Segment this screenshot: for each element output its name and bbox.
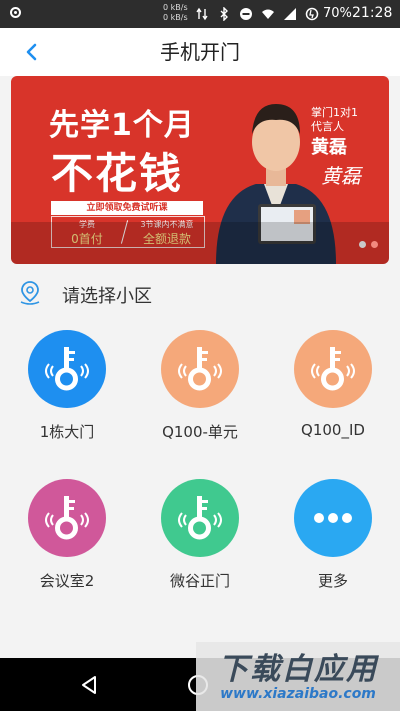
spokesperson-brand: 掌门1对1 — [311, 106, 358, 119]
door-label: Q100-单元 — [162, 423, 238, 441]
door-item[interactable]: 会议室2 — [0, 467, 134, 607]
back-arrow-icon[interactable] — [22, 41, 44, 63]
key-icon[interactable] — [161, 479, 239, 557]
carousel-dot[interactable] — [359, 241, 366, 248]
community-selector[interactable]: 请选择小区 — [0, 272, 400, 316]
more-icon[interactable] — [294, 479, 372, 557]
door-label: 1栋大门 — [39, 423, 95, 441]
network-speed: 0 kB/s 0 kB/s — [163, 3, 188, 23]
wifi-icon — [262, 9, 274, 19]
signal-icon — [284, 8, 296, 20]
location-pin-icon — [20, 281, 40, 305]
door-label: 微谷正门 — [169, 572, 230, 590]
page-title: 手机开门 — [160, 40, 240, 64]
clock: 21:28 — [352, 5, 393, 21]
watermark-url: www.xiazaibao.com — [220, 686, 376, 702]
door-item[interactable]: Q100_ID — [266, 318, 400, 458]
battery-saver-icon — [305, 7, 319, 21]
door-label: 更多 — [317, 572, 348, 590]
watermark: 下载白应用 www.xiazaibao.com — [196, 642, 400, 711]
watermark-title: 下载白应用 — [218, 652, 378, 687]
door-item[interactable]: 更多 — [266, 467, 400, 607]
signature: 黄磊 — [321, 164, 361, 188]
key-icon[interactable] — [161, 330, 239, 408]
banner-cta: 立即领取免费试听课 — [51, 201, 203, 215]
carousel-indicator[interactable] — [359, 241, 378, 248]
network-up: 0 kB/s — [163, 3, 188, 12]
nav-back-icon[interactable] — [80, 675, 98, 695]
banner-slogan-2: 不花钱 — [51, 149, 184, 198]
spokesperson-role: 代言人 — [311, 120, 344, 133]
title-bar: 手机开门 — [0, 28, 400, 76]
banner-shade — [11, 222, 389, 264]
bluetooth-icon — [220, 7, 228, 21]
do-not-disturb-icon — [240, 8, 252, 20]
banner-slogan-1: 先学1个月 — [49, 108, 195, 143]
status-bar: 0 kB/s 0 kB/s 70% 21:28 — [0, 0, 400, 28]
door-item[interactable]: 微谷正门 — [133, 467, 267, 607]
community-label: 请选择小区 — [62, 286, 152, 307]
network-down: 0 kB/s — [163, 13, 188, 22]
carousel-dot-active[interactable] — [371, 241, 378, 248]
key-icon[interactable] — [294, 330, 372, 408]
spokesperson-title: 掌门1对1 代言人 — [311, 106, 358, 134]
door-item[interactable]: 1栋大门 — [0, 318, 134, 458]
key-icon[interactable] — [28, 479, 106, 557]
key-icon[interactable] — [28, 330, 106, 408]
door-label: 会议室2 — [39, 572, 95, 590]
battery-percent: 70% — [323, 6, 352, 21]
door-item[interactable]: Q100-单元 — [133, 318, 267, 458]
door-label: Q100_ID — [301, 421, 365, 439]
spokesperson-name: 黄磊 — [311, 137, 347, 158]
notification-icon — [10, 7, 21, 18]
ad-banner[interactable]: 先学1个月 不花钱 立即领取免费试听课 学费 0首付 3节课内不满意 全额退款 … — [11, 76, 389, 264]
data-arrows-icon — [196, 7, 208, 21]
